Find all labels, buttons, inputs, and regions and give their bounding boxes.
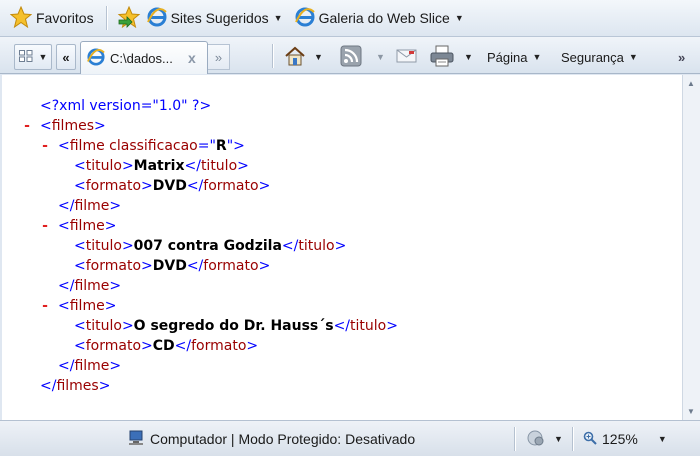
chevron-down-icon: ▼ bbox=[554, 434, 563, 444]
rss-feed-icon bbox=[340, 45, 362, 70]
tab-title: C:\dados... bbox=[110, 50, 173, 66]
vertical-scrollbar[interactable]: ▲ ▼ bbox=[682, 75, 700, 420]
fav-item-label: Galeria do Web Slice bbox=[318, 10, 450, 26]
star-icon bbox=[9, 5, 33, 31]
separator bbox=[572, 427, 573, 451]
mail-icon bbox=[396, 48, 418, 67]
collapse-toggle[interactable]: - bbox=[20, 116, 34, 136]
globe-settings-icon bbox=[526, 429, 546, 450]
ie-icon bbox=[294, 7, 315, 30]
favorites-bar: Favoritos Sites Sugeridos ▼ Galeria do W… bbox=[0, 0, 700, 37]
separator bbox=[105, 6, 107, 30]
xml-attr-name: classificacao bbox=[109, 138, 198, 154]
xml-viewer: <?xml version="1.0" ?> - <filmes> - <fil… bbox=[2, 75, 696, 420]
separator bbox=[514, 427, 515, 451]
zone-text: Computador | Modo Protegido: Desativado bbox=[150, 431, 416, 447]
xml-attr-value: R bbox=[215, 138, 227, 154]
chevron-down-icon: ▼ bbox=[38, 52, 48, 62]
quick-tabs-button[interactable]: ▼ bbox=[14, 44, 52, 70]
scroll-down-icon[interactable]: ▼ bbox=[687, 407, 695, 416]
computer-icon bbox=[128, 430, 146, 449]
zoom-icon bbox=[583, 431, 597, 448]
tab-list-back-button[interactable]: « bbox=[56, 44, 76, 70]
status-bar: Computador | Modo Protegido: Desativado … bbox=[0, 420, 700, 456]
favorites-button[interactable]: Favoritos bbox=[6, 5, 98, 31]
zoom-level: 125% bbox=[602, 431, 638, 447]
chevron-down-icon: ▼ bbox=[273, 13, 283, 23]
safety-menu-label: Segurança bbox=[561, 49, 624, 65]
print-button[interactable]: ▼ bbox=[430, 45, 473, 69]
favorites-label: Favoritos bbox=[36, 10, 94, 26]
page-menu-button[interactable]: Página ▼ bbox=[487, 45, 541, 69]
fav-item-galeria-web-slice[interactable]: Galeria do Web Slice ▼ bbox=[291, 5, 468, 31]
separator bbox=[272, 44, 273, 68]
chevron-down-icon: ▼ bbox=[314, 52, 323, 62]
feeds-button[interactable]: ▼ bbox=[340, 45, 385, 69]
security-zone[interactable]: Computador | Modo Protegido: Desativado bbox=[128, 429, 415, 449]
page-menu-label: Página bbox=[487, 49, 528, 65]
collapse-toggle[interactable]: - bbox=[38, 216, 52, 236]
fav-item-sites-sugeridos[interactable]: Sites Sugeridos ▼ bbox=[143, 5, 287, 31]
chevron-down-icon: ▼ bbox=[376, 52, 385, 62]
movie-format: DVD bbox=[152, 178, 187, 194]
chevron-down-icon: ▼ bbox=[657, 434, 667, 444]
xml-declaration: <?xml version="1.0" ?> bbox=[40, 98, 212, 114]
popup-blocker-button[interactable]: ▼ bbox=[526, 429, 563, 449]
scroll-up-icon[interactable]: ▲ bbox=[687, 79, 695, 88]
movie-format: CD bbox=[152, 338, 175, 354]
close-tab-icon[interactable]: x bbox=[188, 50, 196, 66]
movie-title: 007 contra Godzila bbox=[133, 238, 282, 254]
chevron-down-icon: ▼ bbox=[532, 52, 542, 62]
add-favorite-star-icon bbox=[117, 5, 141, 31]
read-mail-button[interactable] bbox=[396, 45, 418, 69]
home-button[interactable]: ▼ bbox=[284, 45, 323, 69]
movie-title: O segredo do Dr. Hauss´s bbox=[133, 318, 334, 334]
fav-item-label: Sites Sugeridos bbox=[170, 10, 269, 26]
chevron-down-icon: ▼ bbox=[454, 13, 464, 23]
quick-tabs-icon bbox=[18, 49, 33, 65]
movie-title: Matrix bbox=[133, 158, 185, 174]
command-bar-overflow-button[interactable]: » bbox=[678, 45, 685, 69]
tab-active[interactable]: C:\dados... x bbox=[80, 41, 208, 74]
zoom-button[interactable]: 125% ▼ bbox=[583, 429, 667, 449]
chevron-down-icon: ▼ bbox=[464, 52, 473, 62]
collapse-toggle[interactable]: - bbox=[38, 296, 52, 316]
tab-command-bar: ▼ « C:\dados... x » ▼ ▼ ▼ Página ▼ Segur… bbox=[0, 37, 700, 74]
add-to-favorites-bar-button[interactable] bbox=[115, 5, 143, 31]
movie-format: DVD bbox=[152, 258, 187, 274]
tab-list-more-button[interactable]: » bbox=[208, 44, 230, 70]
printer-icon bbox=[430, 45, 454, 70]
ie-icon bbox=[87, 47, 105, 69]
safety-menu-button[interactable]: Segurança ▼ bbox=[561, 45, 638, 69]
ie-icon bbox=[146, 7, 167, 30]
home-icon bbox=[284, 46, 306, 69]
xml-root-tag: filmes bbox=[51, 118, 94, 134]
collapse-toggle[interactable]: - bbox=[38, 136, 52, 156]
chevron-down-icon: ▼ bbox=[628, 52, 638, 62]
